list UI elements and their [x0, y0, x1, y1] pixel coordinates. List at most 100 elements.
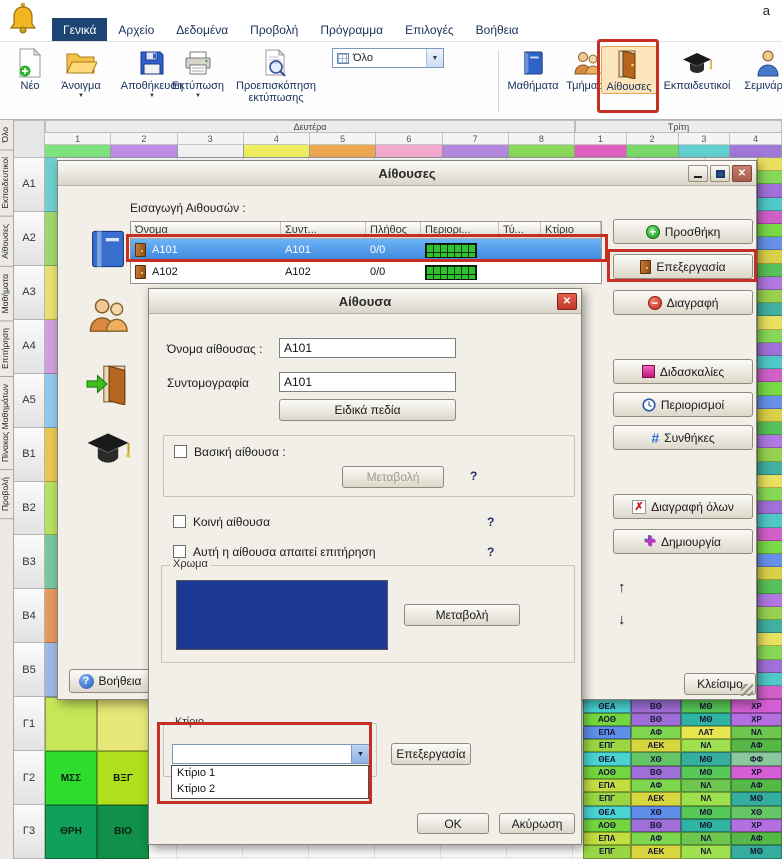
conditions-button[interactable]: # Συνθήκες — [613, 425, 753, 450]
side-tab-Πίνακας Μαθημάτων[interactable]: Πίνακας Μαθημάτων — [0, 377, 13, 470]
timetable-cell-ΑΟΘ[interactable]: ΑΟΘ — [583, 766, 631, 779]
maximize-button[interactable] — [710, 165, 730, 182]
classes-people-icon[interactable] — [86, 295, 130, 335]
timetable-cell-ΒΘ[interactable]: ΒΘ — [631, 699, 681, 712]
toolbar-lessons-button[interactable]: Μαθήματα — [506, 46, 560, 92]
color-change-button[interactable]: Μεταβολή — [404, 604, 520, 626]
help-question-mark[interactable]: ? — [487, 515, 494, 529]
side-tab-Αίθουσες[interactable]: Αίθουσες — [0, 217, 13, 267]
timetable-cell-ΑΕΚ[interactable]: ΑΕΚ — [631, 845, 681, 858]
timetable-cell-ΑΦ[interactable]: ΑΦ — [631, 726, 681, 739]
timetable-cell-ΜΘ[interactable]: ΜΘ — [681, 752, 731, 765]
teachings-button[interactable]: Διδασκαλίες — [613, 359, 753, 384]
chevron-down-icon[interactable]: ▼ — [195, 93, 201, 100]
resize-grip[interactable] — [741, 684, 753, 696]
close-button[interactable]: ✕ — [732, 165, 752, 182]
toolbar-print-preview-button[interactable]: Προεπισκόπηση εκτύπωσης — [228, 46, 324, 105]
rooms-table-row-A102[interactable]: A102A1020/0 — [131, 261, 601, 283]
side-tab-Μαθήματα[interactable]: Μαθήματα — [0, 267, 13, 321]
timetable-cell-ΦΦ[interactable]: ΦΦ — [731, 752, 782, 765]
building-combo[interactable]: ▼ — [172, 744, 370, 764]
rooms-table-row-A101[interactable]: A101A1010/0 — [131, 239, 601, 261]
timetable-cell-ΕΠΑ[interactable]: ΕΠΑ — [583, 726, 631, 739]
timetable-cell-ΑΦ[interactable]: ΑΦ — [731, 832, 782, 845]
building-edit-button[interactable]: Επεξεργασία — [391, 743, 471, 765]
room-abbr-input[interactable] — [279, 372, 456, 392]
timetable-cell[interactable] — [45, 697, 97, 751]
timetable-cell-ΕΠΑ[interactable]: ΕΠΑ — [583, 779, 631, 792]
timetable-cell-ΑΕΚ[interactable]: ΑΕΚ — [631, 792, 681, 805]
menu-item-Αρχείο[interactable]: Αρχείο — [107, 18, 165, 41]
timetable-cell-ΜΘ[interactable]: ΜΘ — [681, 806, 731, 819]
column-header-Τύ...[interactable]: Τύ... — [499, 222, 541, 238]
help-question-mark[interactable]: ? — [487, 545, 494, 559]
timetable-cell-ΑΕΚ[interactable]: ΑΕΚ — [631, 739, 681, 752]
add-room-button[interactable]: + Προσθήκη — [613, 219, 753, 244]
row-header-A2[interactable]: A2 — [13, 212, 45, 266]
timetable-cell-ΜΣΣ[interactable]: ΜΣΣ — [45, 751, 97, 805]
timetable-cell-ΧΡ[interactable]: ΧΡ — [731, 713, 782, 726]
toolbar-print-button[interactable]: Εκτύπωση ▼ — [170, 46, 226, 100]
menu-item-Γενικά[interactable]: Γενικά — [52, 18, 107, 41]
side-tab-Επιτήρηση[interactable]: Επιτήρηση — [0, 321, 13, 377]
room-color-swatch[interactable] — [176, 580, 388, 650]
toolbar-open-button[interactable]: Άνοιγμα ▼ — [52, 46, 110, 100]
timetable-cell-ΑΦ[interactable]: ΑΦ — [731, 779, 782, 792]
timetable-cell-ΝΛ[interactable]: ΝΛ — [681, 832, 731, 845]
row-header-Γ1[interactable]: Γ1 — [13, 697, 45, 751]
row-header-B4[interactable]: B4 — [13, 589, 45, 643]
timetable-cell-ΧΘ[interactable]: ΧΘ — [731, 806, 782, 819]
close-button[interactable]: ✕ — [557, 293, 577, 310]
room-name-input[interactable] — [279, 338, 456, 358]
ok-button[interactable]: OK — [417, 813, 489, 834]
timetable-cell-ΝΛ[interactable]: ΝΛ — [731, 726, 782, 739]
rooms-door-arrow-icon[interactable] — [84, 363, 132, 405]
supervision-checkbox[interactable] — [173, 545, 186, 558]
timetable-cell-ΑΦ[interactable]: ΑΦ — [731, 739, 782, 752]
timetable-cell-ΒΞΓ[interactable]: ΒΞΓ — [97, 751, 149, 805]
timetable-cell-ΕΠΓ[interactable]: ΕΠΓ — [583, 739, 631, 752]
timetable-cell-ΜΘ[interactable]: ΜΘ — [731, 845, 782, 858]
row-header-B1[interactable]: B1 — [13, 428, 45, 482]
building-option-Κτίριο 2[interactable]: Κτίριο 2 — [172, 782, 368, 798]
timetable-cell-ΛΑΤ[interactable]: ΛΑΤ — [681, 726, 731, 739]
timetable-cell-ΧΘ[interactable]: ΧΘ — [631, 752, 681, 765]
timetable-cell-ΑΟΘ[interactable]: ΑΟΘ — [583, 713, 631, 726]
timetable-cell-ΧΘ[interactable]: ΧΘ — [631, 806, 681, 819]
timetable-cell-ΒΙΟ[interactable]: ΒΙΟ — [97, 805, 149, 859]
timetable-cell-ΕΠΓ[interactable]: ΕΠΓ — [583, 792, 631, 805]
cancel-button[interactable]: Ακύρωση — [499, 813, 575, 834]
building-option-Κτίριο 1[interactable]: Κτίριο 1 — [172, 766, 368, 782]
shared-room-checkbox[interactable] — [173, 515, 186, 528]
toolbar-teachers-button[interactable]: Εκπαιδευτικοί — [658, 46, 736, 92]
timetable-cell-ΜΘ[interactable]: ΜΘ — [681, 699, 731, 712]
menu-item-Προβολή[interactable]: Προβολή — [239, 18, 309, 41]
column-header-Πλήθος[interactable]: Πλήθος — [366, 222, 421, 238]
delete-room-button[interactable]: − Διαγραφή — [613, 290, 753, 315]
timetable-cell-ΝΛ[interactable]: ΝΛ — [681, 792, 731, 805]
timetable-cell-ΘΡΗ[interactable]: ΘΡΗ — [45, 805, 97, 859]
row-header-A5[interactable]: A5 — [13, 374, 45, 428]
timetable-cell-ΜΘ[interactable]: ΜΘ — [731, 792, 782, 805]
timetable-cell-ΜΘ[interactable]: ΜΘ — [681, 766, 731, 779]
timetable-cell-ΧΡ[interactable]: ΧΡ — [731, 819, 782, 832]
timetable-cell-ΘΕΑ[interactable]: ΘΕΑ — [583, 699, 631, 712]
timetable-cell-ΜΘ[interactable]: ΜΘ — [681, 713, 731, 726]
row-header-A4[interactable]: A4 — [13, 320, 45, 374]
basic-room-checkbox[interactable] — [174, 445, 187, 458]
row-header-Γ2[interactable]: Γ2 — [13, 751, 45, 805]
chevron-down-icon[interactable]: ▼ — [426, 49, 443, 67]
timetable-cell-ΝΛ[interactable]: ΝΛ — [681, 845, 731, 858]
chevron-down-icon[interactable]: ▼ — [351, 745, 369, 763]
timetable-cell-ΑΦ[interactable]: ΑΦ — [631, 779, 681, 792]
row-header-B2[interactable]: B2 — [13, 482, 45, 536]
timetable-cell-ΘΕΑ[interactable]: ΘΕΑ — [583, 752, 631, 765]
edit-room-button[interactable]: Επεξεργασία — [613, 254, 753, 279]
timetable-cell-ΒΘ[interactable]: ΒΘ — [631, 766, 681, 779]
timetable-cell-ΕΠΓ[interactable]: ΕΠΓ — [583, 845, 631, 858]
toolbar-rooms-button[interactable]: Αίθουσες — [601, 46, 657, 94]
column-header-Περιορι...[interactable]: Περιορι... — [421, 222, 499, 238]
timetable-cell-ΑΟΘ[interactable]: ΑΟΘ — [583, 819, 631, 832]
row-header-Γ3[interactable]: Γ3 — [13, 805, 45, 859]
timetable-cell-ΘΕΑ[interactable]: ΘΕΑ — [583, 806, 631, 819]
